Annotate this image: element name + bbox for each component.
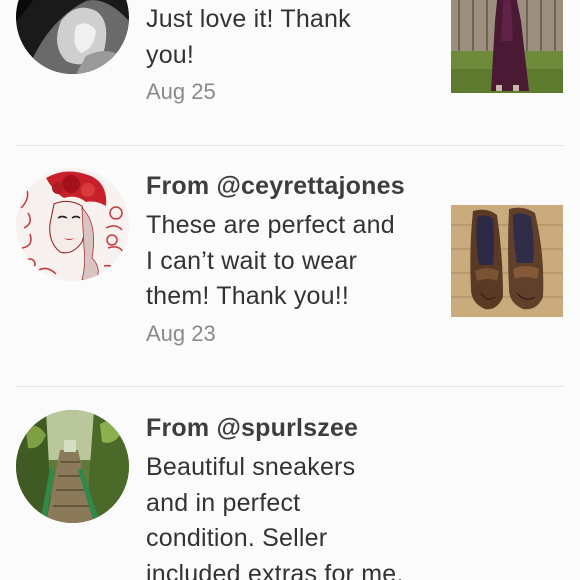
review-text-line: and in perfect [146,488,301,517]
forest-path-avatar-icon[interactable] [16,410,129,523]
review-text-line: included extras for me. [146,559,404,580]
review-item[interactable]: From @spurlszee Beautiful sneakers and i… [0,387,580,580]
review-text-line: These are perfect and [146,211,395,239]
review-feed: Just love it! Thank you! Aug 25 From @ce… [0,0,580,580]
review-author[interactable]: From @ceyrettajones [146,168,436,204]
review-text-line: I can’t wait to wear [146,246,358,275]
review-date: Aug 23 [146,320,216,346]
bw-portrait-avatar-icon[interactable] [16,0,129,74]
review-author[interactable]: From @spurlszee [146,410,446,446]
review-text-line: condition. Seller [146,524,328,552]
review-text: Just love it! Thank you! [146,2,436,73]
review-text-line: you! [146,40,195,69]
review-text: Beautiful sneakers and in perfect condit… [146,450,446,580]
review-text-line: Beautiful sneakers [146,453,356,481]
review-date: Aug 25 [146,79,216,104]
review-text-line: them! Thank you!! [146,282,350,310]
purple-dress-photo[interactable] [451,0,563,93]
review-item[interactable]: From @ceyrettajones These are perfect an… [0,146,580,386]
review-item[interactable]: Just love it! Thank you! Aug 25 [0,0,580,145]
red-floral-woman-avatar-icon[interactable] [16,168,129,281]
review-text: These are perfect and I can’t wait to we… [146,208,436,315]
brown-loafers-photo[interactable] [451,205,563,317]
review-text-line: Just love it! Thank [146,5,351,33]
